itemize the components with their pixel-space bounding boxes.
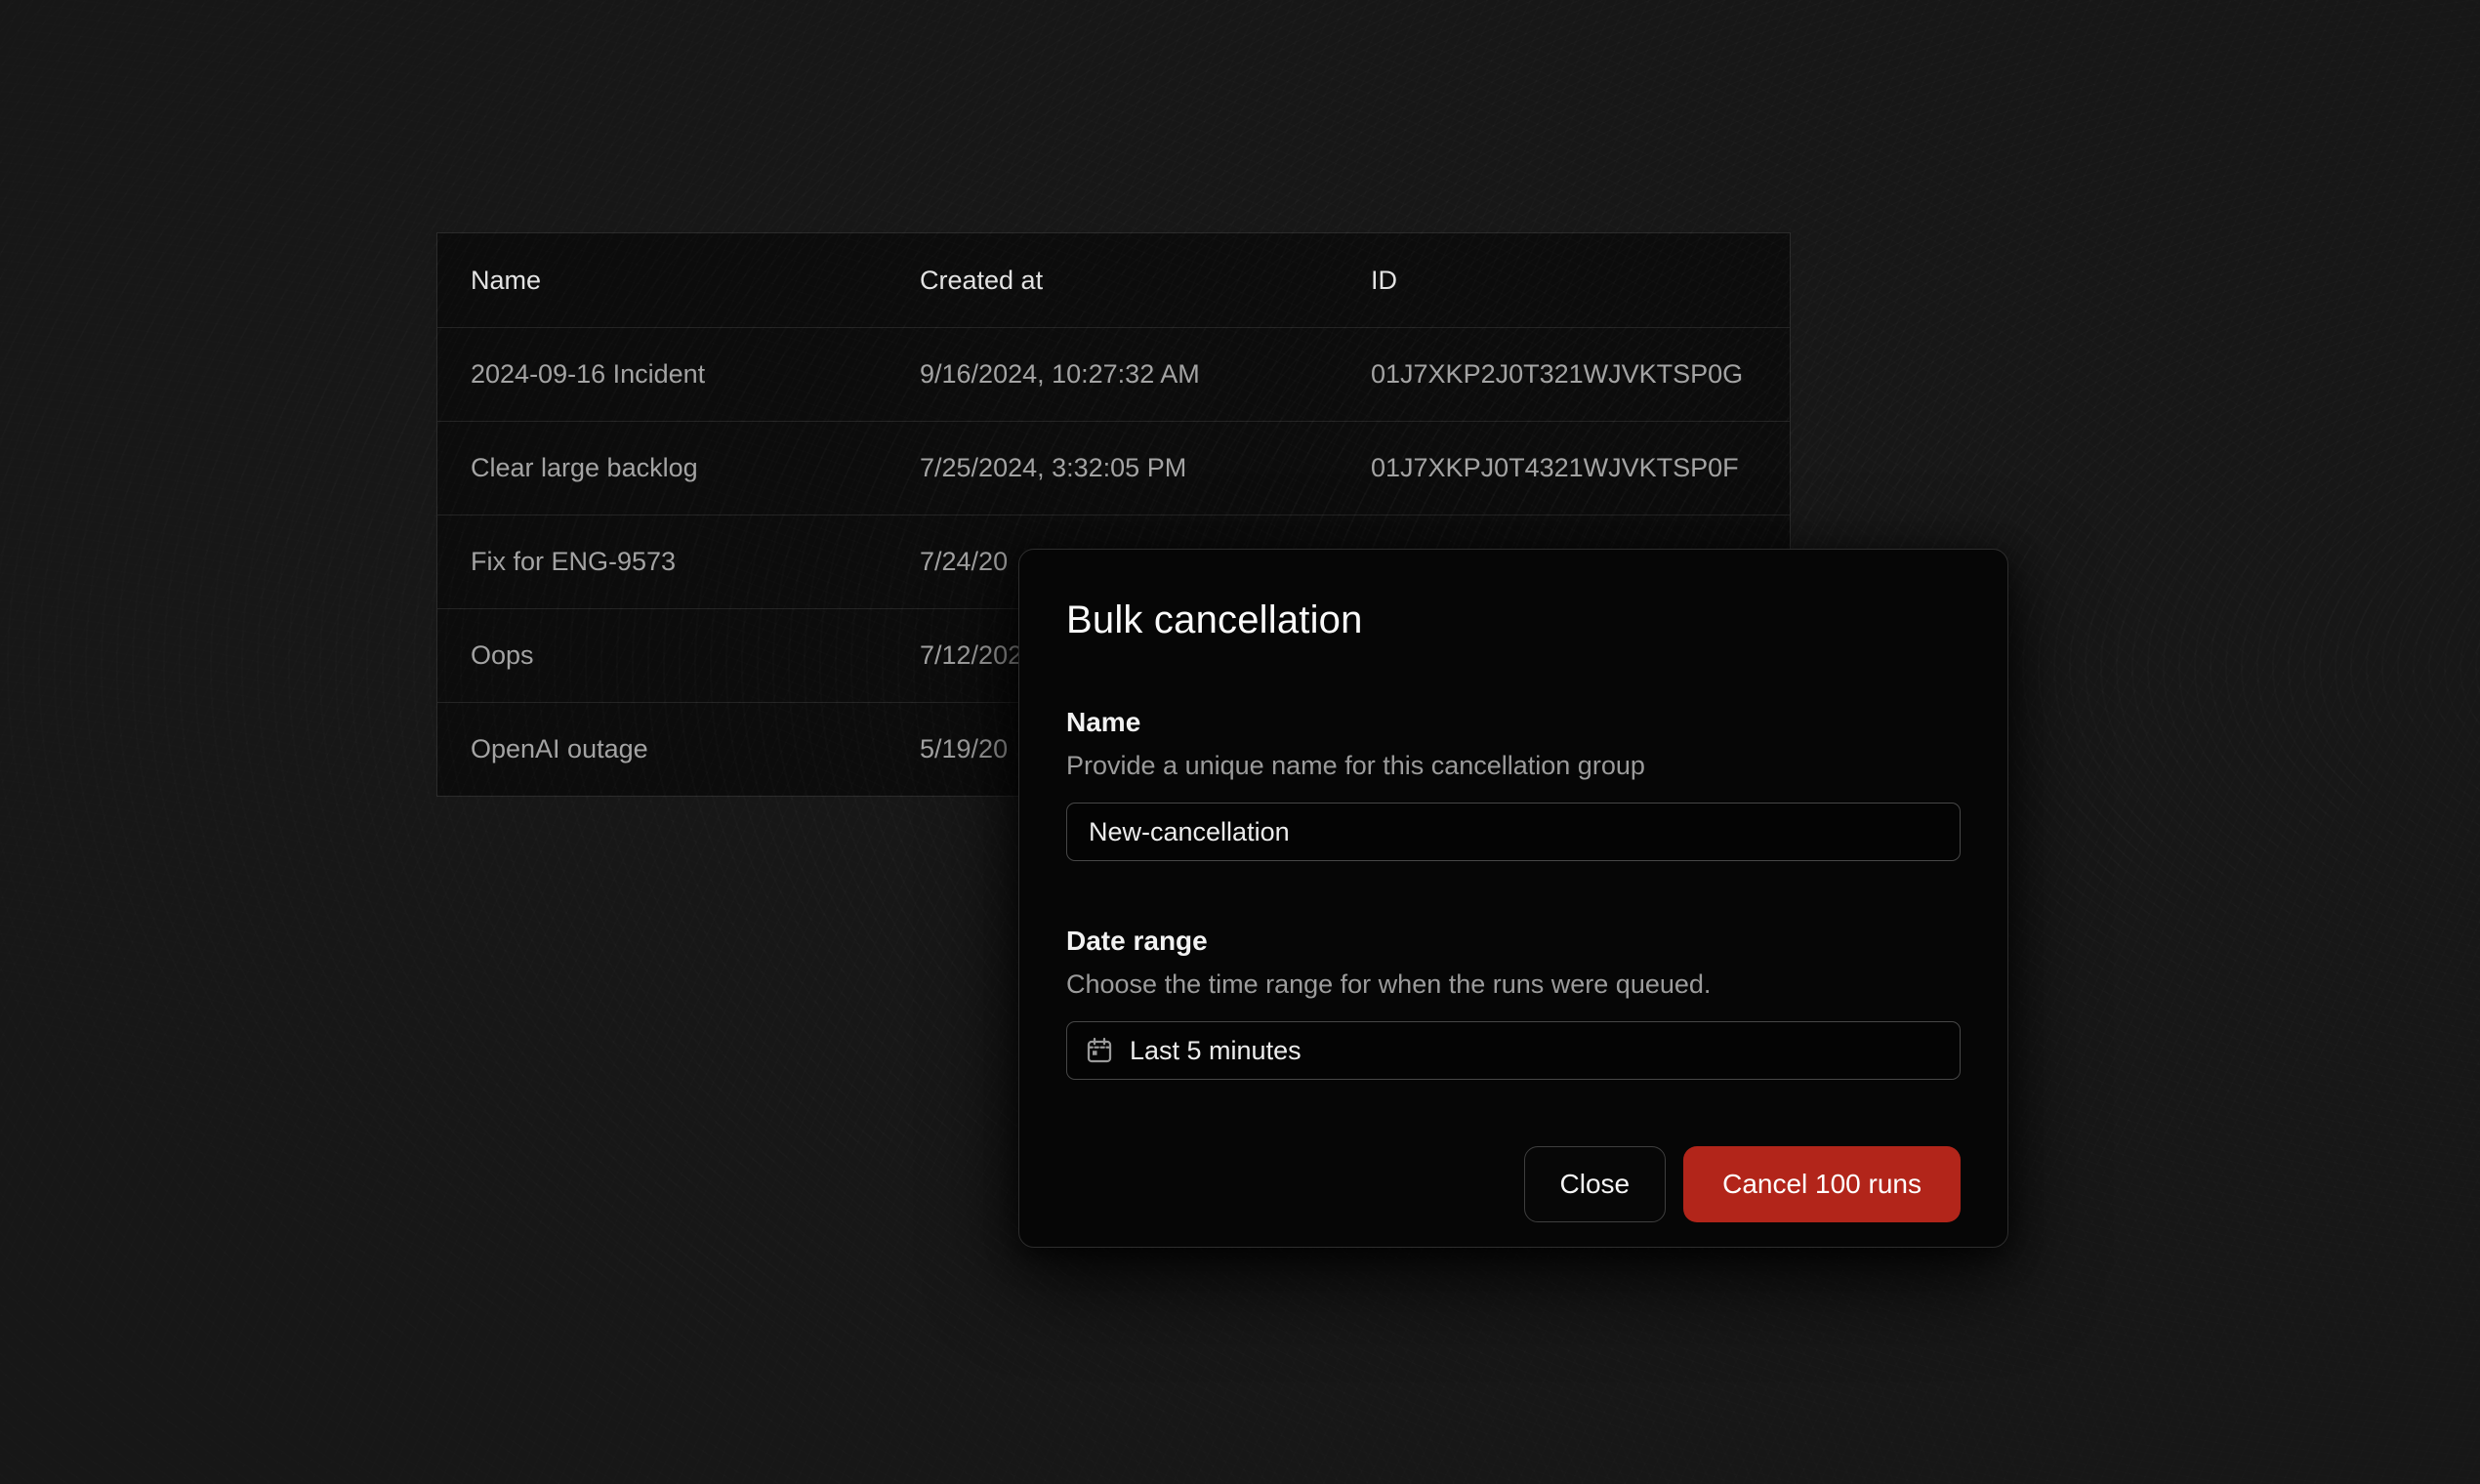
cell-created-at: 9/16/2024, 10:27:32 AM: [920, 359, 1371, 390]
cell-name: Oops: [471, 640, 920, 671]
name-field-description: Provide a unique name for this cancellat…: [1066, 751, 1961, 781]
column-header-created-at: Created at: [920, 266, 1371, 296]
date-range-field-description: Choose the time range for when the runs …: [1066, 969, 1961, 1000]
modal-actions: Close Cancel 100 runs: [1066, 1146, 1961, 1222]
modal-title: Bulk cancellation: [1066, 598, 1961, 642]
table-row[interactable]: 2024-09-16 Incident 9/16/2024, 10:27:32 …: [437, 327, 1790, 421]
date-range-field-label: Date range: [1066, 926, 1961, 957]
calendar-icon: [1085, 1036, 1114, 1065]
cell-name: OpenAI outage: [471, 734, 920, 764]
close-button[interactable]: Close: [1524, 1146, 1667, 1222]
date-range-picker[interactable]: Last 5 minutes: [1066, 1021, 1961, 1080]
name-input[interactable]: [1066, 803, 1961, 861]
page-background: Name Created at ID 2024-09-16 Incident 9…: [0, 0, 2480, 1484]
column-header-name: Name: [471, 266, 920, 296]
cell-created-at: 7/25/2024, 3:32:05 PM: [920, 453, 1371, 483]
date-range-value: Last 5 minutes: [1130, 1036, 1302, 1066]
cell-id: 01J7XKP2J0T321WJVKTSP0G: [1371, 359, 1790, 390]
cell-name: Fix for ENG-9573: [471, 547, 920, 577]
bulk-cancellation-modal: Bulk cancellation Name Provide a unique …: [1018, 549, 2008, 1248]
cell-name: 2024-09-16 Incident: [471, 359, 920, 390]
column-header-id: ID: [1371, 266, 1790, 296]
table-row[interactable]: Clear large backlog 7/25/2024, 3:32:05 P…: [437, 421, 1790, 515]
name-field-label: Name: [1066, 707, 1961, 738]
cell-name: Clear large backlog: [471, 453, 920, 483]
cancel-runs-button[interactable]: Cancel 100 runs: [1683, 1146, 1961, 1222]
table-header-row: Name Created at ID: [437, 233, 1790, 327]
cell-id: 01J7XKPJ0T4321WJVKTSP0F: [1371, 453, 1790, 483]
